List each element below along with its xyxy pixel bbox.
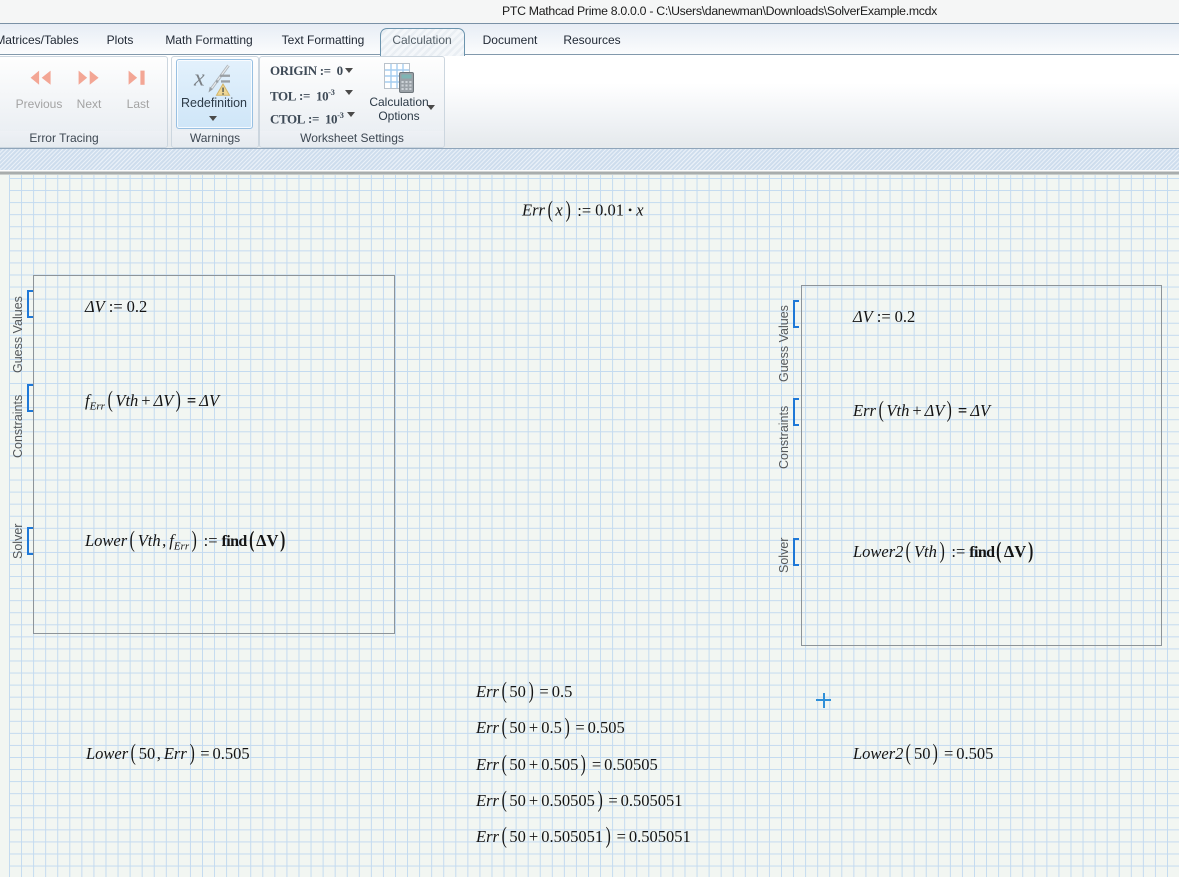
svg-text:x: x — [193, 66, 205, 92]
